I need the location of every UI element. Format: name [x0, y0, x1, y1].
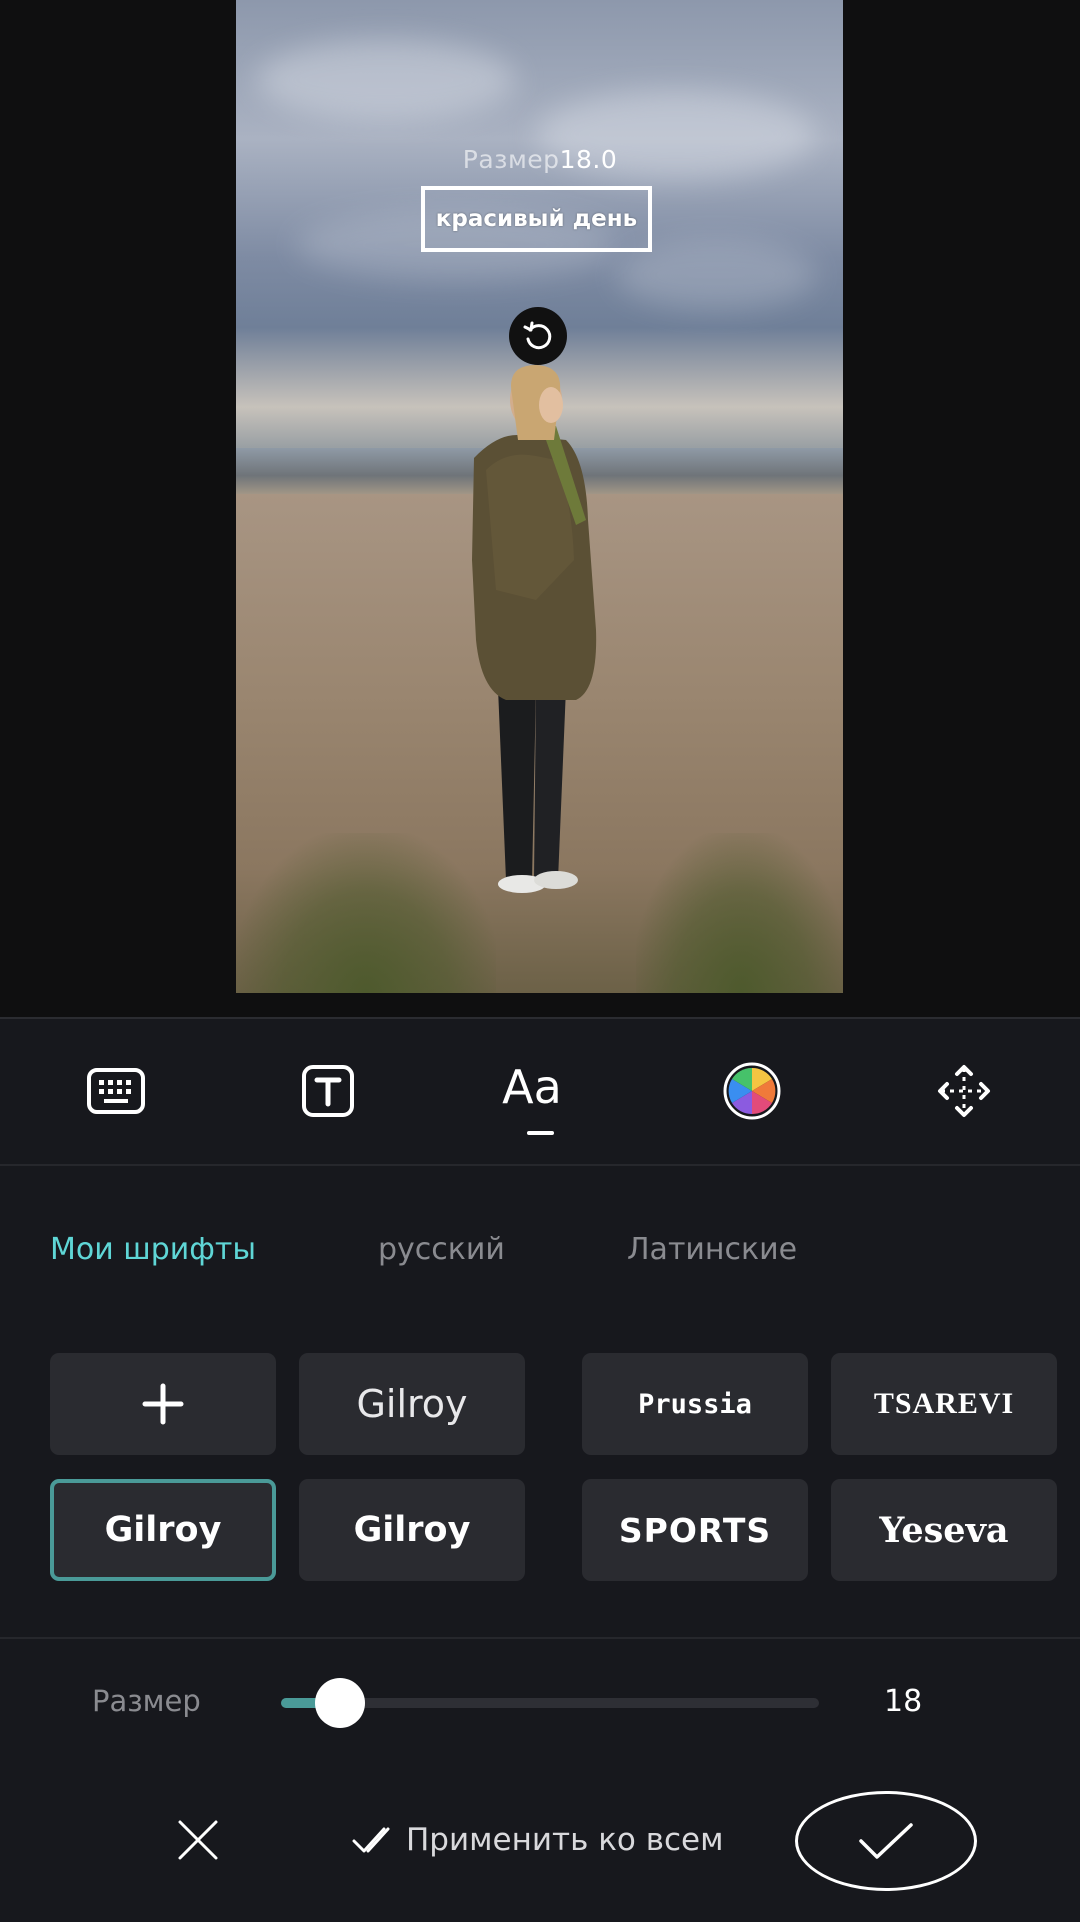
text-toolbar: Aa [0, 1019, 1080, 1166]
edit-panel: Aa [0, 1017, 1080, 1922]
font-option-sports[interactable]: SPORTS [582, 1479, 808, 1581]
close-icon [178, 1820, 218, 1860]
font-option-tsarevi[interactable]: TSAREVI [831, 1353, 1057, 1455]
tab-my-fonts-label: Мои шрифты [50, 1232, 257, 1267]
size-readout-value: 18.0 [559, 145, 618, 174]
tab-my-fonts[interactable]: Мои шрифты [50, 1232, 256, 1267]
font-option-label: Prussia [638, 1388, 752, 1420]
text-overlay[interactable]: красивый день [421, 186, 652, 252]
text-overlay-content: красивый день [435, 206, 638, 232]
font-option-prussia[interactable]: Prussia [582, 1353, 808, 1455]
active-tool-indicator [527, 1131, 554, 1135]
tab-latin[interactable]: Латинские [627, 1232, 797, 1267]
keyboard-icon[interactable] [84, 1059, 148, 1123]
font-option-label: Gilroy [356, 1382, 468, 1426]
rotate-handle[interactable] [509, 307, 567, 365]
font-option-label: TSAREVI [873, 1387, 1015, 1420]
rotate-icon [523, 321, 552, 350]
tab-russian[interactable]: русский [378, 1232, 505, 1267]
plus-icon [142, 1383, 184, 1425]
divider [0, 1637, 1080, 1639]
font-option-gilroy-bold[interactable]: Gilroy [299, 1479, 525, 1581]
font-tool-label: Aa [502, 1060, 562, 1114]
confirm-button[interactable] [795, 1791, 977, 1891]
font-option-label: SPORTS [618, 1510, 772, 1550]
tab-latin-label: Латинские [627, 1232, 798, 1267]
size-readout-label: Размер [462, 145, 560, 174]
double-check-icon [352, 1827, 390, 1853]
font-option-label: Yeseva [879, 1509, 1009, 1551]
font-icon[interactable]: Aa [500, 1055, 564, 1119]
font-option-label: Gilroy [353, 1510, 471, 1550]
video-preview: Размер18.0 красивый день [0, 0, 1080, 1017]
cancel-button[interactable] [170, 1812, 226, 1868]
size-readout: Размер18.0 [0, 145, 1080, 174]
font-option-gilroy-bold-selected[interactable]: Gilroy [50, 1479, 276, 1581]
checkmark-icon [859, 1823, 913, 1859]
font-option-gilroy-light[interactable]: Gilroy [299, 1353, 525, 1455]
add-font-button[interactable] [50, 1353, 276, 1455]
size-value: 18 [884, 1684, 923, 1719]
text-style-icon[interactable] [296, 1059, 360, 1123]
apply-to-all-button[interactable]: Применить ко всем [352, 1822, 724, 1858]
tab-russian-label: русский [378, 1232, 505, 1267]
apply-to-all-label: Применить ко всем [406, 1822, 724, 1858]
move-icon[interactable] [932, 1059, 996, 1123]
color-wheel-icon[interactable] [720, 1059, 784, 1123]
size-label: Размер [92, 1684, 201, 1718]
font-option-label: Gilroy [104, 1510, 222, 1550]
size-slider-thumb[interactable] [315, 1678, 366, 1728]
font-option-yeseva[interactable]: Yeseva [831, 1479, 1057, 1581]
